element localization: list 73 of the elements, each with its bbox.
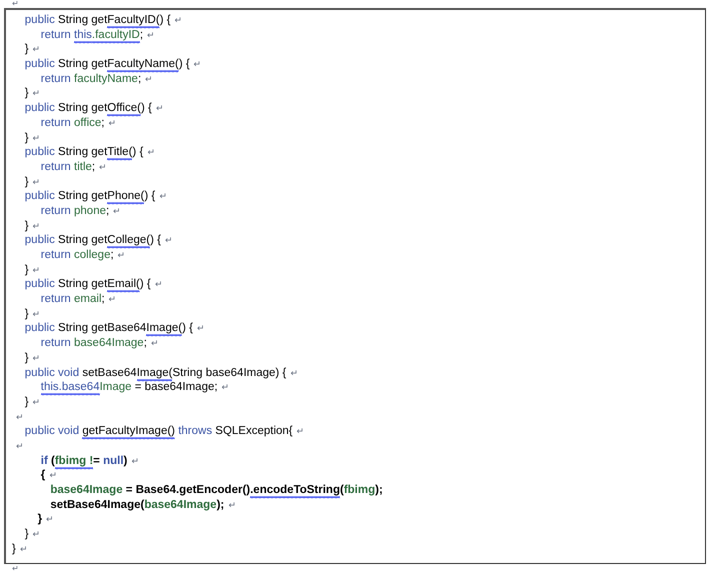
code-line: public String getCollege() {: [12, 233, 161, 248]
code-line: public String getBase64Image() {: [12, 321, 193, 336]
paragraph-mark: ↵: [12, 0, 19, 8]
paragraph-mark: ↵: [32, 352, 41, 365]
paragraph-mark: ↵: [32, 308, 41, 321]
paragraph-mark: ↵: [32, 176, 41, 189]
code-line: }: [36, 512, 42, 526]
paragraph-mark: ↵: [20, 542, 28, 556]
paragraph-mark: ↵: [145, 72, 154, 86]
paragraph-mark: ↵: [131, 454, 140, 468]
paragraph-mark: ↵: [32, 528, 41, 542]
code-line: if (fbimg != null): [12, 454, 128, 468]
code-line: }: [24, 42, 29, 56]
code-line: return office;: [40, 116, 104, 130]
code-line: return base64Image;: [40, 336, 147, 350]
code-line: }: [24, 306, 29, 321]
code-line: public String getPhone() {: [12, 189, 156, 204]
code-line: {: [40, 468, 46, 482]
paragraph-mark: ↵: [174, 14, 183, 27]
code-line: }: [12, 542, 16, 556]
paragraph-mark: ↵: [32, 43, 41, 56]
paragraph-mark: ↵: [222, 381, 230, 394]
paragraph-mark: ↵: [118, 249, 126, 262]
paragraph-mark: ↵: [147, 28, 156, 42]
code-line: public String getOffice() {: [12, 101, 152, 116]
paragraph-mark: ↵: [296, 425, 305, 438]
paragraph-mark: ↵: [228, 498, 236, 512]
code-line: }: [24, 394, 29, 409]
code-line: return title;: [40, 160, 96, 174]
paragraph-mark: ↵: [12, 565, 19, 573]
code-line: public String getTitle() {: [12, 145, 144, 160]
paragraph-mark: ↵: [196, 322, 205, 336]
code-line: }: [24, 527, 29, 542]
paragraph-mark: ↵: [108, 293, 117, 306]
paragraph-mark: ↵: [108, 116, 116, 130]
code-line: }: [24, 174, 29, 189]
code-line: return this.facultyID;: [12, 28, 144, 42]
paragraph-mark: ↵: [32, 264, 41, 277]
code-line: return facultyName;: [40, 72, 142, 86]
paragraph-mark: ↵: [147, 146, 156, 160]
code-line: }: [24, 86, 29, 100]
code-line: public String getFacultyName() {: [12, 57, 190, 72]
paragraph-mark: ↵: [16, 440, 24, 453]
code-line: public String getFacultyID() {: [12, 13, 171, 27]
code-line: }: [24, 130, 29, 144]
paragraph-mark: ↵: [32, 87, 41, 100]
code-line: }: [24, 218, 29, 233]
code-line: setBase64Image(base64Image);: [49, 498, 224, 512]
paragraph-mark: ↵: [32, 396, 41, 409]
paragraph-mark: ↵: [154, 278, 163, 292]
code-line: public void getFacultyImage() throws SQLException{: [12, 424, 293, 438]
code-line: public void setBase64Image(String base64Image) {: [12, 366, 286, 380]
paragraph-mark: ↵: [32, 220, 41, 233]
paragraph-mark: ↵: [113, 204, 122, 218]
code-line: }: [24, 262, 29, 277]
paragraph-mark: ↵: [46, 513, 54, 526]
code-line: }: [24, 350, 29, 365]
paragraph-mark: ↵: [99, 160, 108, 174]
paragraph-mark: ↵: [164, 234, 173, 248]
paragraph-mark: ↵: [290, 366, 298, 380]
code-line: return college;: [40, 248, 114, 262]
code-line: this.base64Image = base64Image;: [12, 380, 218, 394]
paragraph-mark: ↵: [32, 132, 41, 144]
paragraph-mark: ↵: [159, 190, 168, 204]
code-line: public String getEmail() {: [12, 277, 151, 292]
code-line: base64Image = Base64.getEncoder().encodeToString(fbimg);: [12, 483, 383, 497]
code-line: return phone;: [40, 204, 110, 218]
paragraph-mark: ↵: [49, 469, 58, 482]
paragraph-mark: ↵: [194, 58, 202, 72]
paragraph-mark: ↵: [16, 410, 24, 424]
paragraph-mark: ↵: [150, 337, 159, 350]
code-line: return email;: [40, 292, 105, 306]
paragraph-mark: ↵: [156, 102, 164, 116]
